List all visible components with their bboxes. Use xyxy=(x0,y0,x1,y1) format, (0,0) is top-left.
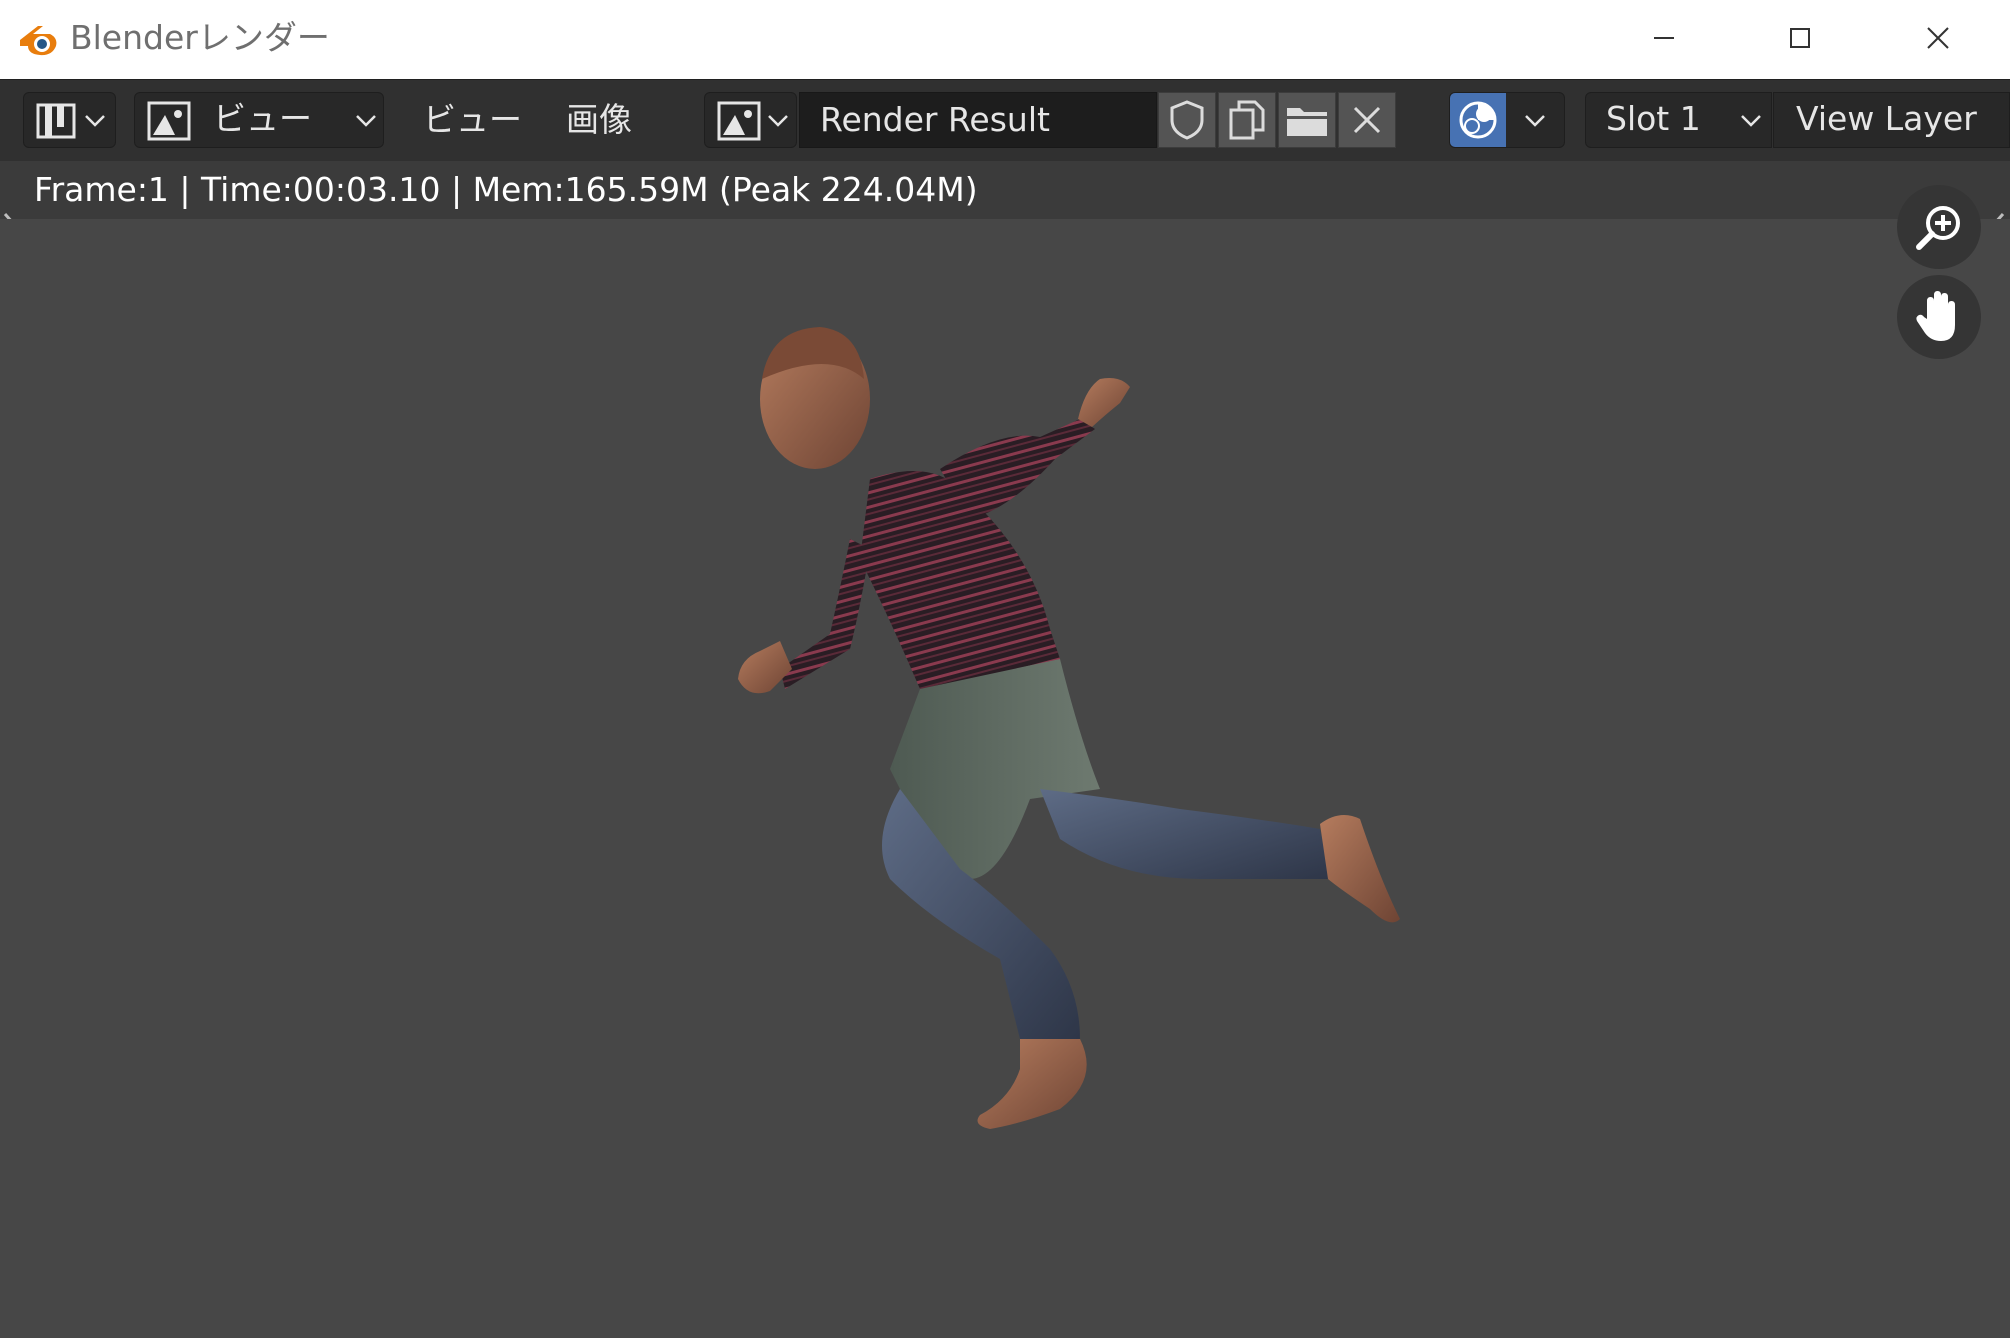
image-viewport[interactable] xyxy=(0,185,2010,1338)
open-folder-icon xyxy=(1287,108,1327,136)
chevron-down-icon xyxy=(356,115,376,127)
menu-image[interactable]: 画像 xyxy=(566,98,632,142)
open-image-button[interactable] xyxy=(1278,92,1336,148)
zoom-icon xyxy=(1916,206,1960,250)
close-icon[interactable] xyxy=(1908,12,1968,64)
duplicate-image-button[interactable] xyxy=(1218,92,1276,148)
window-titlebar: Blenderレンダー xyxy=(0,0,2010,79)
unlink-x-icon xyxy=(1353,106,1381,134)
duplicate-icon xyxy=(1229,100,1265,140)
render-status-text: Frame:1 | Time:00:03.10 | Mem:165.59M (P… xyxy=(34,170,978,209)
editor-type-selector[interactable] xyxy=(23,92,116,148)
menu-view[interactable]: ビュー xyxy=(423,98,522,142)
slot-dropdown[interactable]: Slot 1 xyxy=(1585,92,1772,148)
view-mode-label: ビュー xyxy=(213,99,312,138)
chevron-down-icon xyxy=(1741,115,1761,127)
unlink-image-button[interactable] xyxy=(1338,92,1396,148)
zoom-gizmo[interactable] xyxy=(1897,185,1981,269)
blender-logo-icon xyxy=(20,26,57,56)
pan-gizmo[interactable] xyxy=(1897,275,1981,359)
view-layer-dropdown[interactable]: View Layer xyxy=(1773,92,2010,148)
image-editor-icon xyxy=(36,103,76,139)
rendered-human-figure xyxy=(738,327,1400,1129)
maximize-icon[interactable] xyxy=(1770,12,1830,64)
chevron-down-icon xyxy=(1525,115,1545,127)
image-name-field[interactable]: Render Result xyxy=(799,92,1157,148)
view-mode-dropdown[interactable]: ビュー xyxy=(134,92,384,148)
pan-hand-icon xyxy=(1916,291,1955,341)
slot-label: Slot 1 xyxy=(1606,99,1701,138)
image-icon xyxy=(147,101,191,141)
display-channels-dropdown[interactable] xyxy=(1449,92,1565,148)
fake-user-shield-icon xyxy=(1170,100,1204,140)
minimize-icon[interactable] xyxy=(1634,12,1694,64)
image-browse-button[interactable] xyxy=(704,92,797,148)
color-alpha-icon xyxy=(1459,101,1497,139)
fake-user-button[interactable] xyxy=(1158,92,1216,148)
window-title: Blenderレンダー xyxy=(70,18,330,57)
chevron-down-icon xyxy=(85,115,105,127)
chevron-down-icon xyxy=(768,115,788,127)
image-editor-header: ビュー ビュー 画像 Render Result Slot 1 View Lay… xyxy=(0,79,2010,162)
render-status-bar: Frame:1 | Time:00:03.10 | Mem:165.59M (P… xyxy=(0,161,2010,219)
image-icon xyxy=(717,101,761,141)
view-layer-label: View Layer xyxy=(1796,99,1977,138)
